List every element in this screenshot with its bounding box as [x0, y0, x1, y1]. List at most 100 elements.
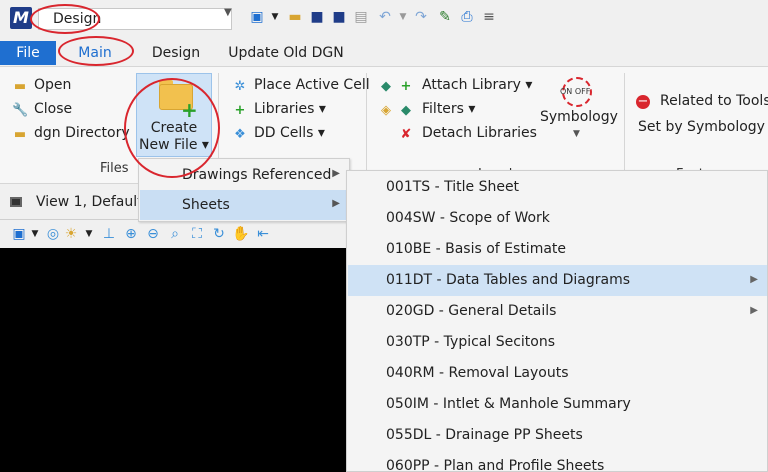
pin-icon[interactable]: ✎	[436, 8, 454, 26]
open-button[interactable]: Open	[34, 77, 71, 93]
detach-libraries-button[interactable]: Detach Libraries	[422, 125, 537, 141]
libraries-button[interactable]: Libraries ▾	[254, 101, 326, 117]
menu-item-label: Drawings Referenced	[182, 167, 332, 183]
display-style-icon[interactable]: ◎	[44, 225, 62, 243]
set-by-symbology-button[interactable]: Set by Symbology ▾	[638, 119, 768, 135]
title-bar: M Design ▼ ▣ ▼ ▬ ■ ■ ▤ ↶ ▼ ↷ ✎ ⎙ ≡	[0, 0, 768, 36]
menu-item-sheet[interactable]: 001TS - Title Sheet	[348, 172, 767, 203]
chevron-down-icon[interactable]: ▼	[224, 7, 232, 18]
menu-item-label: Sheets	[182, 197, 230, 213]
folder-icon: ▬	[13, 127, 27, 142]
customize-icon[interactable]: ≡	[480, 8, 498, 26]
group-divider	[624, 73, 625, 179]
filters-button[interactable]: Filters ▾	[422, 101, 475, 117]
tab-update-old-dgn[interactable]: Update Old DGN	[228, 41, 344, 65]
menu-item-sheet[interactable]: 004SW - Scope of Work	[348, 203, 767, 234]
plus-icon: +	[181, 98, 198, 122]
dd-cells-button[interactable]: DD Cells ▾	[254, 125, 325, 141]
menu-item-sheet[interactable]: 011DT - Data Tables and Diagrams ▶	[348, 265, 767, 296]
menu-item-sheet[interactable]: 010BE - Basis of Estimate	[348, 234, 767, 265]
chevron-right-icon: ▶	[750, 305, 758, 316]
pan-view-icon[interactable]: ✋	[232, 225, 250, 243]
save-settings-icon[interactable]: ■	[330, 8, 348, 26]
menu-item-label: 050IM - Intlet & Manhole Summary	[386, 396, 631, 412]
zoom-in-icon[interactable]: ⊕	[122, 225, 140, 243]
chevron-down-icon: ▼	[573, 129, 580, 139]
rotate-view-icon[interactable]: ↻	[210, 225, 228, 243]
menu-item-label: 010BE - Basis of Estimate	[386, 241, 567, 257]
save-icon[interactable]: ■	[308, 8, 326, 26]
detach-icon: ✘	[400, 127, 412, 142]
previous-view-icon[interactable]: ⇤	[254, 225, 272, 243]
menu-item-label: 004SW - Scope of Work	[386, 210, 550, 226]
symbology-label: Symbology	[540, 109, 618, 125]
chevron-down-icon[interactable]: ▼	[26, 225, 44, 243]
chevron-down-icon[interactable]: ▼	[394, 8, 412, 26]
fit-view-icon[interactable]: ⛶	[188, 225, 206, 243]
lighting-icon[interactable]: ☀	[62, 225, 80, 243]
menu-item-label: 020GD - General Details	[386, 303, 557, 319]
symbology-button[interactable]: ON OFF Symbology ▼	[536, 73, 618, 157]
workflow-value: Design	[53, 11, 102, 27]
tab-main[interactable]: Main	[64, 41, 126, 65]
view-canvas[interactable]	[0, 248, 346, 472]
filter-icon: ◆	[401, 103, 411, 118]
print-icon[interactable]: ⎙	[458, 8, 476, 26]
onoff-label: ON OFF	[560, 87, 591, 96]
menu-item-label: 055DL - Drainage PP Sheets	[386, 427, 583, 443]
folder-icon[interactable]: ▬	[286, 8, 304, 26]
menu-item-sheet[interactable]: 055DL - Drainage PP Sheets	[348, 420, 767, 451]
tab-design[interactable]: Design	[146, 41, 206, 65]
view-toolbar: ▣ ▼ ◎ ☀ ▼ ⊥ ⊕ ⊖ ⌕ ⛶ ↻ ✋ ⇤	[0, 220, 350, 248]
update-view-icon[interactable]: ⊥	[100, 225, 118, 243]
create-new-file-button[interactable]: + Create New File ▾	[136, 73, 212, 157]
create-new-file-menu: Drawings Referenced ▶ Sheets ▶	[138, 158, 350, 222]
plus-icon: +	[400, 79, 412, 94]
place-cell-icon: ✲	[234, 79, 246, 94]
view-title: View 1, Default	[36, 194, 143, 210]
app-logo: M	[10, 7, 32, 29]
dgn-directory-button[interactable]: dgn Directory	[34, 125, 130, 141]
menu-item-sheet[interactable]: 060PP - Plan and Profile Sheets	[348, 451, 767, 472]
view-group-icon[interactable]: ▣	[248, 8, 266, 26]
workflow-select[interactable]: Design	[38, 8, 232, 30]
compress-icon[interactable]: ▤	[352, 8, 370, 26]
sheets-menu: 001TS - Title Sheet 004SW - Scope of Wor…	[346, 170, 768, 472]
chevron-right-icon: ▶	[750, 274, 758, 285]
menu-item-label: 040RM - Removal Layouts	[386, 365, 569, 381]
close-button[interactable]: Close	[34, 101, 72, 117]
window-area-icon[interactable]: ⌕	[166, 225, 184, 243]
menu-item-drawings-referenced[interactable]: Drawings Referenced ▶	[140, 160, 350, 190]
view-window-icon	[10, 197, 22, 207]
menu-item-label: 030TP - Typical Secitons	[386, 334, 556, 350]
level-library-icon: ◆	[381, 79, 391, 94]
place-active-cell-button[interactable]: Place Active Cell	[254, 77, 370, 93]
menu-item-sheet[interactable]: 040RM - Removal Layouts	[348, 358, 767, 389]
menu-item-sheet[interactable]: 020GD - General Details ▶	[348, 296, 767, 327]
redo-icon[interactable]: ↷	[412, 8, 430, 26]
menu-item-label: 001TS - Title Sheet	[386, 179, 520, 195]
menu-item-label: 011DT - Data Tables and Diagrams	[386, 272, 631, 288]
attach-library-button[interactable]: Attach Library ▾	[422, 77, 532, 93]
menu-item-sheet[interactable]: 030TP - Typical Secitons	[348, 327, 767, 358]
chevron-right-icon: ▶	[332, 168, 340, 179]
group-divider	[366, 73, 367, 179]
menu-item-sheets[interactable]: Sheets ▶	[140, 190, 350, 220]
create-new-file-label: Create	[150, 120, 198, 136]
related-to-tools-button[interactable]: Related to Tools	[660, 93, 768, 109]
wrench-icon: 🔧	[12, 103, 29, 118]
zoom-out-icon[interactable]: ⊖	[144, 225, 162, 243]
chevron-down-icon[interactable]: ▼	[266, 8, 284, 26]
tab-file[interactable]: File	[0, 41, 56, 65]
menu-item-label: 060PP - Plan and Profile Sheets	[386, 458, 605, 472]
folder-icon: ▬	[13, 79, 27, 94]
dd-cells-icon: ❖	[234, 127, 246, 142]
create-new-file-label: New File ▾	[139, 137, 209, 153]
chevron-right-icon: ▶	[332, 198, 340, 209]
minus-circle-icon: −	[636, 94, 650, 109]
undo-icon[interactable]: ↶	[376, 8, 394, 26]
filter-icon: ◈	[381, 103, 391, 118]
menu-item-sheet[interactable]: 050IM - Intlet & Manhole Summary	[348, 389, 767, 420]
chevron-down-icon[interactable]: ▼	[80, 225, 98, 243]
ribbon-tabs: File Main Design Update Old DGN	[0, 36, 768, 66]
